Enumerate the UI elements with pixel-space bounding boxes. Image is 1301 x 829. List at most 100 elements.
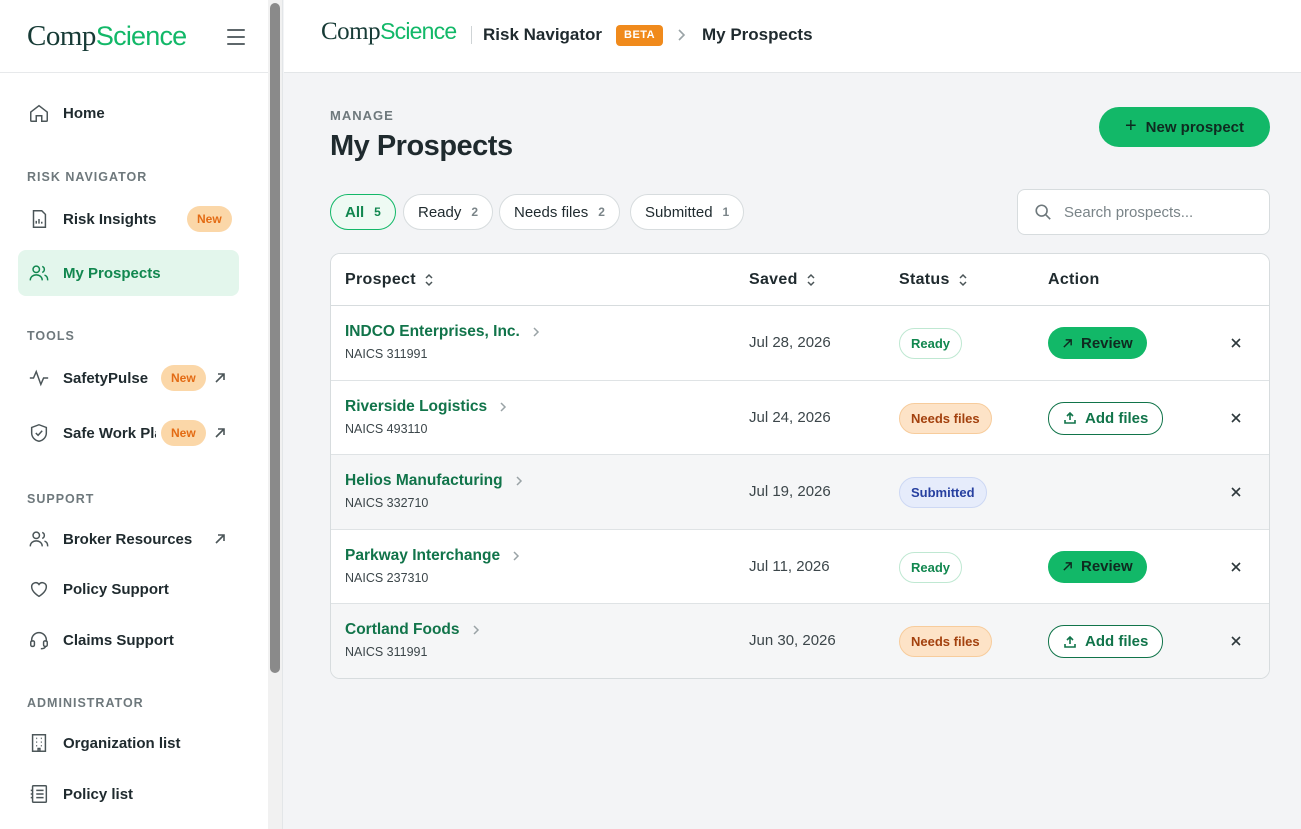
prospect-name: INDCO Enterprises, Inc. [345,323,520,340]
search-input[interactable] [1064,203,1254,221]
search-box[interactable] [1017,189,1270,235]
filter-label: Ready [418,203,462,221]
table-row: Cortland Foods NAICS 311991 Jun 30, 2026… [331,604,1269,678]
column-header-action: Action [1048,271,1100,289]
new-badge: New [187,206,232,232]
sidebar-item-label: Home [63,104,105,122]
table-row: Helios Manufacturing NAICS 332710 Jul 19… [331,455,1269,530]
sidebar-item-label: Risk Insights [63,210,157,228]
section-label-support: SUPPORT [27,492,95,506]
column-label: Status [899,271,950,288]
search-icon [1035,204,1051,220]
table-row: Riverside Logistics NAICS 493110 Jul 24,… [331,381,1269,455]
prospect-link[interactable]: Riverside Logistics [345,398,507,416]
sidebar-item-safe-work[interactable]: Safe Work Pla [18,410,239,456]
heart-icon [27,577,51,601]
action-label: Review [1081,558,1133,575]
section-label-tools: TOOLS [27,329,75,343]
chevron-right-icon [516,476,522,486]
sidebar-item-label: Policy list [63,785,134,803]
prospect-link[interactable]: Parkway Interchange [345,547,520,565]
logo-part2: Science [95,20,187,51]
arrow-up-right-icon [1062,561,1073,572]
column-header-status[interactable]: Status [899,271,968,289]
column-header-prospect[interactable]: Prospect [345,271,434,289]
filter-ready[interactable]: Ready 2 [403,194,494,230]
headset-icon [27,628,51,652]
section-label-administrator: ADMINISTRATOR [27,696,144,710]
sidebar-item-claims-support[interactable]: Claims Support [18,617,239,663]
menu-icon[interactable] [227,29,245,45]
filter-submitted[interactable]: Submitted 1 [630,194,745,230]
report-icon [27,207,51,231]
sidebar-item-policy-list[interactable]: Policy list [18,771,239,817]
filter-count: 2 [598,205,605,219]
new-badge: New [161,420,206,446]
sidebar-scrollbar-thumb[interactable] [270,3,280,673]
prospect-name: Helios Manufacturing [345,472,503,489]
logo-part1: Comp [321,18,381,45]
filter-needs-files[interactable]: Needs files 2 [499,194,620,230]
status-badge: Submitted [899,477,987,508]
sort-icon [425,273,433,287]
close-icon[interactable] [1229,336,1243,350]
sort-icon [959,273,967,287]
column-header-saved[interactable]: Saved [749,271,816,289]
sidebar-item-my-prospects[interactable]: My Prospects [18,250,239,296]
prospect-link[interactable]: Helios Manufacturing [345,472,523,490]
plus-icon: + [1124,114,1137,137]
filter-label: Submitted [645,203,713,221]
section-label-risk-navigator: RISK NAVIGATOR [27,170,148,184]
action-label: Add files [1085,633,1149,650]
sidebar-item-policy-support[interactable]: Policy Support [18,566,239,612]
add-files-button[interactable]: Add files [1048,401,1164,435]
prospect-name: Cortland Foods [345,621,460,638]
breadcrumb-app-name[interactable]: Risk Navigator [483,25,602,45]
add-files-button[interactable]: Add files [1048,625,1164,658]
saved-date: Jul 24, 2026 [749,408,831,426]
filter-count: 2 [471,205,479,219]
table-row: Parkway Interchange NAICS 237310 Jul 11,… [331,530,1269,604]
close-icon[interactable] [1229,485,1243,499]
sidebar-item-label: My Prospects [63,264,161,282]
sidebar-item-organization-list[interactable]: Organization list [18,720,239,766]
sidebar: Comp Science Home RISK NAVIGATOR Risk Ins… [0,0,283,829]
review-button[interactable]: Review [1048,327,1147,359]
building-icon [27,731,51,755]
chevron-right-icon [473,625,479,635]
review-button[interactable]: Review [1048,550,1147,583]
naics-code: NAICS 332710 [345,496,429,510]
sidebar-item-home[interactable]: Home [18,90,239,136]
sidebar-item-label: Policy Support [63,580,169,598]
prospect-link[interactable]: Cortland Foods [345,621,480,639]
naics-code: NAICS 237310 [345,570,429,585]
divider [471,26,472,44]
close-icon[interactable] [1229,634,1243,648]
sidebar-item-broker-resources[interactable]: Broker Resources [18,516,239,562]
saved-date: Jun 30, 2026 [749,632,836,649]
column-label: Prospect [345,271,416,288]
column-label: Saved [749,271,798,288]
new-badge: New [161,365,206,391]
shield-icon [27,421,51,445]
prospect-link[interactable]: INDCO Enterprises, Inc. [345,323,540,341]
compscience-logo[interactable]: Comp Science [27,20,187,53]
status-badge: Ready [899,328,963,359]
saved-date: Jul 19, 2026 [749,483,831,500]
beta-badge: BETA [616,25,664,46]
close-icon[interactable] [1229,411,1243,425]
breadcrumb-current: My Prospects [702,25,813,44]
filter-all[interactable]: All 5 [330,194,396,230]
compscience-logo-small[interactable]: Comp Science [321,18,457,46]
naics-code: NAICS 493110 [345,421,428,436]
table-header: Prospect Saved Status Action [331,254,1269,306]
close-icon[interactable] [1229,560,1243,574]
chevron-right-icon [533,327,539,337]
users-icon [27,261,51,285]
sidebar-item-label: Safe Work Pla [63,424,156,442]
status-badge: Needs files [899,626,992,657]
column-label: Action [1048,271,1100,288]
new-prospect-button[interactable]: + New prospect [1099,107,1270,147]
chevron-right-icon [500,401,507,412]
sidebar-item-safetypulse[interactable]: SafetyPulse [18,355,239,401]
